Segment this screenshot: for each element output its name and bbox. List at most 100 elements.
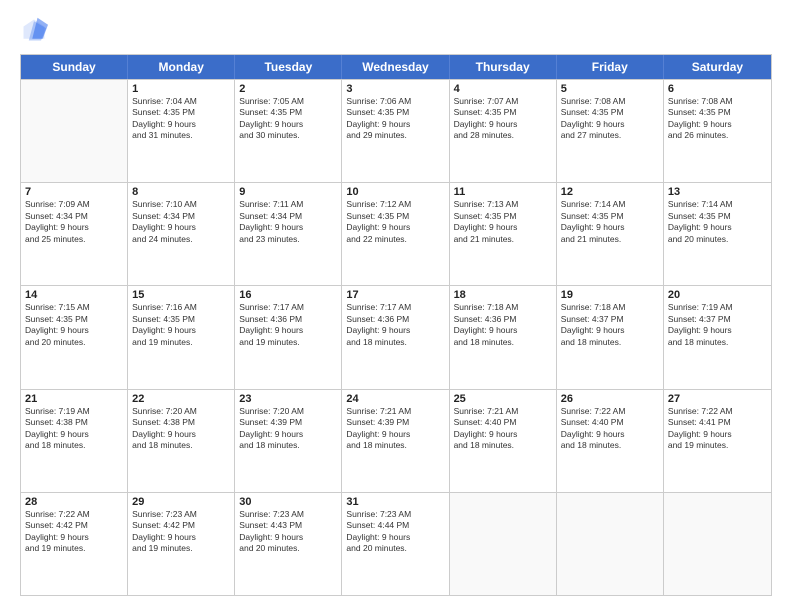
calendar-cell: 18Sunrise: 7:18 AM Sunset: 4:36 PM Dayli… <box>450 286 557 388</box>
day-info: Sunrise: 7:08 AM Sunset: 4:35 PM Dayligh… <box>668 96 767 142</box>
logo <box>20 16 50 44</box>
calendar-cell: 20Sunrise: 7:19 AM Sunset: 4:37 PM Dayli… <box>664 286 771 388</box>
calendar-cell: 17Sunrise: 7:17 AM Sunset: 4:36 PM Dayli… <box>342 286 449 388</box>
day-info: Sunrise: 7:18 AM Sunset: 4:37 PM Dayligh… <box>561 302 659 348</box>
calendar-cell <box>450 493 557 595</box>
calendar-cell: 11Sunrise: 7:13 AM Sunset: 4:35 PM Dayli… <box>450 183 557 285</box>
day-number: 25 <box>454 393 552 405</box>
day-info: Sunrise: 7:14 AM Sunset: 4:35 PM Dayligh… <box>561 199 659 245</box>
day-number: 2 <box>239 83 337 95</box>
day-number: 31 <box>346 496 444 508</box>
day-info: Sunrise: 7:21 AM Sunset: 4:40 PM Dayligh… <box>454 406 552 452</box>
calendar-cell: 10Sunrise: 7:12 AM Sunset: 4:35 PM Dayli… <box>342 183 449 285</box>
weekday-header: Saturday <box>664 55 771 79</box>
calendar-row: 28Sunrise: 7:22 AM Sunset: 4:42 PM Dayli… <box>21 492 771 595</box>
day-info: Sunrise: 7:21 AM Sunset: 4:39 PM Dayligh… <box>346 406 444 452</box>
day-info: Sunrise: 7:09 AM Sunset: 4:34 PM Dayligh… <box>25 199 123 245</box>
weekday-header: Tuesday <box>235 55 342 79</box>
day-info: Sunrise: 7:20 AM Sunset: 4:38 PM Dayligh… <box>132 406 230 452</box>
logo-icon <box>20 16 48 44</box>
calendar-cell: 27Sunrise: 7:22 AM Sunset: 4:41 PM Dayli… <box>664 390 771 492</box>
calendar-cell: 30Sunrise: 7:23 AM Sunset: 4:43 PM Dayli… <box>235 493 342 595</box>
weekday-header: Thursday <box>450 55 557 79</box>
day-number: 16 <box>239 289 337 301</box>
day-info: Sunrise: 7:12 AM Sunset: 4:35 PM Dayligh… <box>346 199 444 245</box>
calendar-cell <box>664 493 771 595</box>
day-number: 27 <box>668 393 767 405</box>
day-number: 23 <box>239 393 337 405</box>
day-info: Sunrise: 7:05 AM Sunset: 4:35 PM Dayligh… <box>239 96 337 142</box>
day-info: Sunrise: 7:08 AM Sunset: 4:35 PM Dayligh… <box>561 96 659 142</box>
day-info: Sunrise: 7:16 AM Sunset: 4:35 PM Dayligh… <box>132 302 230 348</box>
day-info: Sunrise: 7:18 AM Sunset: 4:36 PM Dayligh… <box>454 302 552 348</box>
calendar-cell: 25Sunrise: 7:21 AM Sunset: 4:40 PM Dayli… <box>450 390 557 492</box>
day-number: 13 <box>668 186 767 198</box>
day-number: 4 <box>454 83 552 95</box>
day-number: 12 <box>561 186 659 198</box>
calendar-cell: 29Sunrise: 7:23 AM Sunset: 4:42 PM Dayli… <box>128 493 235 595</box>
day-info: Sunrise: 7:15 AM Sunset: 4:35 PM Dayligh… <box>25 302 123 348</box>
header <box>20 16 772 44</box>
calendar-cell: 16Sunrise: 7:17 AM Sunset: 4:36 PM Dayli… <box>235 286 342 388</box>
day-number: 6 <box>668 83 767 95</box>
day-number: 18 <box>454 289 552 301</box>
day-number: 22 <box>132 393 230 405</box>
day-info: Sunrise: 7:19 AM Sunset: 4:37 PM Dayligh… <box>668 302 767 348</box>
calendar-cell: 5Sunrise: 7:08 AM Sunset: 4:35 PM Daylig… <box>557 80 664 182</box>
calendar-body: 1Sunrise: 7:04 AM Sunset: 4:35 PM Daylig… <box>21 79 771 595</box>
calendar-row: 21Sunrise: 7:19 AM Sunset: 4:38 PM Dayli… <box>21 389 771 492</box>
day-info: Sunrise: 7:22 AM Sunset: 4:42 PM Dayligh… <box>25 509 123 555</box>
day-number: 20 <box>668 289 767 301</box>
day-number: 28 <box>25 496 123 508</box>
calendar-cell: 7Sunrise: 7:09 AM Sunset: 4:34 PM Daylig… <box>21 183 128 285</box>
day-number: 21 <box>25 393 123 405</box>
calendar-cell: 6Sunrise: 7:08 AM Sunset: 4:35 PM Daylig… <box>664 80 771 182</box>
calendar-header: SundayMondayTuesdayWednesdayThursdayFrid… <box>21 55 771 79</box>
day-info: Sunrise: 7:06 AM Sunset: 4:35 PM Dayligh… <box>346 96 444 142</box>
day-info: Sunrise: 7:19 AM Sunset: 4:38 PM Dayligh… <box>25 406 123 452</box>
calendar-cell: 3Sunrise: 7:06 AM Sunset: 4:35 PM Daylig… <box>342 80 449 182</box>
weekday-header: Friday <box>557 55 664 79</box>
calendar-cell: 21Sunrise: 7:19 AM Sunset: 4:38 PM Dayli… <box>21 390 128 492</box>
day-number: 30 <box>239 496 337 508</box>
calendar-cell: 8Sunrise: 7:10 AM Sunset: 4:34 PM Daylig… <box>128 183 235 285</box>
day-info: Sunrise: 7:23 AM Sunset: 4:42 PM Dayligh… <box>132 509 230 555</box>
calendar-cell: 12Sunrise: 7:14 AM Sunset: 4:35 PM Dayli… <box>557 183 664 285</box>
day-info: Sunrise: 7:17 AM Sunset: 4:36 PM Dayligh… <box>239 302 337 348</box>
day-info: Sunrise: 7:23 AM Sunset: 4:43 PM Dayligh… <box>239 509 337 555</box>
page: SundayMondayTuesdayWednesdayThursdayFrid… <box>0 0 792 612</box>
weekday-header: Sunday <box>21 55 128 79</box>
calendar-cell: 22Sunrise: 7:20 AM Sunset: 4:38 PM Dayli… <box>128 390 235 492</box>
calendar-cell: 13Sunrise: 7:14 AM Sunset: 4:35 PM Dayli… <box>664 183 771 285</box>
day-info: Sunrise: 7:22 AM Sunset: 4:41 PM Dayligh… <box>668 406 767 452</box>
weekday-header: Wednesday <box>342 55 449 79</box>
calendar-row: 1Sunrise: 7:04 AM Sunset: 4:35 PM Daylig… <box>21 79 771 182</box>
calendar-cell: 4Sunrise: 7:07 AM Sunset: 4:35 PM Daylig… <box>450 80 557 182</box>
day-info: Sunrise: 7:04 AM Sunset: 4:35 PM Dayligh… <box>132 96 230 142</box>
day-number: 19 <box>561 289 659 301</box>
calendar-cell: 2Sunrise: 7:05 AM Sunset: 4:35 PM Daylig… <box>235 80 342 182</box>
calendar-row: 7Sunrise: 7:09 AM Sunset: 4:34 PM Daylig… <box>21 182 771 285</box>
day-number: 14 <box>25 289 123 301</box>
calendar-cell <box>557 493 664 595</box>
day-number: 11 <box>454 186 552 198</box>
calendar-cell: 14Sunrise: 7:15 AM Sunset: 4:35 PM Dayli… <box>21 286 128 388</box>
day-info: Sunrise: 7:11 AM Sunset: 4:34 PM Dayligh… <box>239 199 337 245</box>
calendar-cell: 19Sunrise: 7:18 AM Sunset: 4:37 PM Dayli… <box>557 286 664 388</box>
day-number: 9 <box>239 186 337 198</box>
day-info: Sunrise: 7:13 AM Sunset: 4:35 PM Dayligh… <box>454 199 552 245</box>
calendar-cell: 26Sunrise: 7:22 AM Sunset: 4:40 PM Dayli… <box>557 390 664 492</box>
day-number: 5 <box>561 83 659 95</box>
weekday-header: Monday <box>128 55 235 79</box>
day-info: Sunrise: 7:22 AM Sunset: 4:40 PM Dayligh… <box>561 406 659 452</box>
calendar-cell: 1Sunrise: 7:04 AM Sunset: 4:35 PM Daylig… <box>128 80 235 182</box>
day-info: Sunrise: 7:17 AM Sunset: 4:36 PM Dayligh… <box>346 302 444 348</box>
day-info: Sunrise: 7:23 AM Sunset: 4:44 PM Dayligh… <box>346 509 444 555</box>
day-number: 15 <box>132 289 230 301</box>
calendar-cell: 24Sunrise: 7:21 AM Sunset: 4:39 PM Dayli… <box>342 390 449 492</box>
calendar-cell <box>21 80 128 182</box>
day-number: 10 <box>346 186 444 198</box>
calendar-cell: 23Sunrise: 7:20 AM Sunset: 4:39 PM Dayli… <box>235 390 342 492</box>
day-info: Sunrise: 7:07 AM Sunset: 4:35 PM Dayligh… <box>454 96 552 142</box>
day-number: 29 <box>132 496 230 508</box>
